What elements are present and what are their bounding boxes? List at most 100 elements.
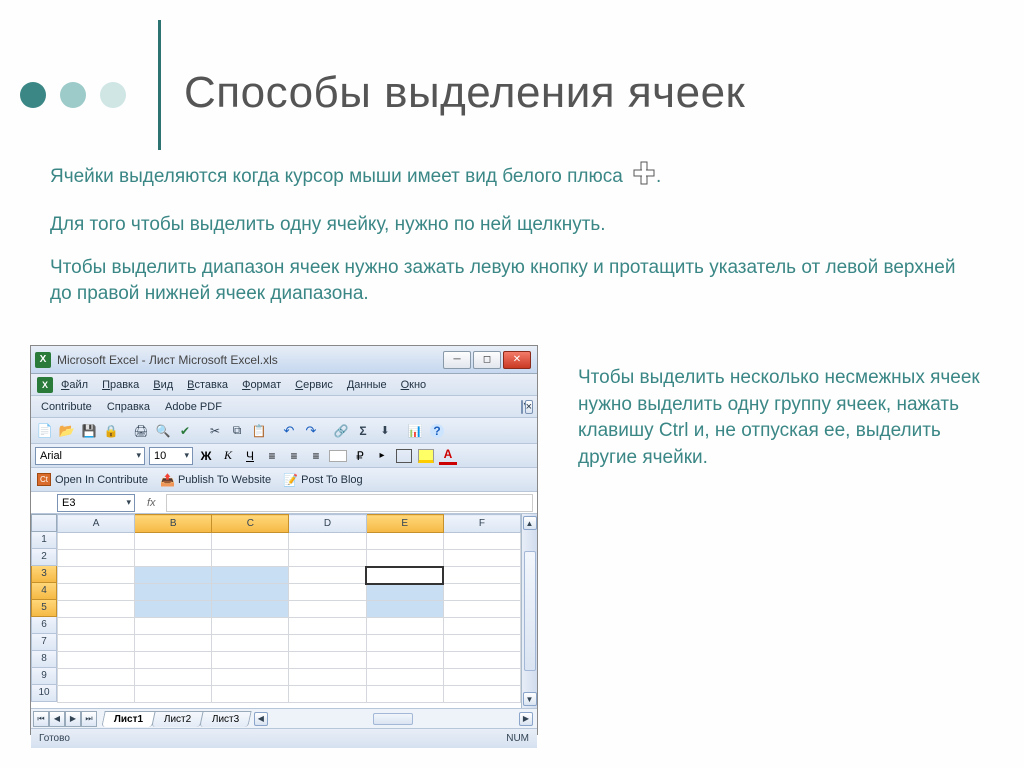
menu-contribute[interactable]: Contribute bbox=[35, 401, 98, 413]
minimize-button[interactable]: ─ bbox=[443, 351, 471, 369]
active-cell[interactable] bbox=[366, 567, 443, 584]
fill-color-icon[interactable] bbox=[417, 447, 435, 465]
select-all-corner[interactable] bbox=[31, 514, 57, 532]
col-header[interactable]: E bbox=[366, 515, 443, 533]
row-header[interactable]: 8 bbox=[31, 651, 57, 668]
underline-button[interactable]: Ч bbox=[241, 447, 259, 465]
menu-edit[interactable]: Правка bbox=[96, 377, 145, 393]
menu-view[interactable]: Вид bbox=[147, 377, 179, 393]
indent-icon[interactable] bbox=[373, 447, 391, 465]
menu-file[interactable]: Файл bbox=[55, 377, 94, 393]
chart-icon[interactable] bbox=[405, 421, 425, 441]
sheet-tab[interactable]: Лист3 bbox=[200, 711, 253, 727]
tab-nav-first-icon[interactable]: ⏮ bbox=[33, 711, 49, 727]
row-header[interactable]: 7 bbox=[31, 634, 57, 651]
spellcheck-icon[interactable] bbox=[175, 421, 195, 441]
paragraph-2: Для того чтобы выделить одну ячейку, нуж… bbox=[50, 212, 974, 238]
paragraph-1-text: Ячейки выделяются когда курсор мыши имее… bbox=[50, 166, 623, 187]
row-header[interactable]: 10 bbox=[31, 685, 57, 702]
dot-icon bbox=[100, 82, 126, 108]
scroll-left-icon[interactable]: ◀ bbox=[254, 712, 268, 726]
publish-to-website-button[interactable]: Publish To Website bbox=[160, 473, 271, 487]
col-header[interactable]: C bbox=[212, 515, 289, 533]
menu-window[interactable]: Окно bbox=[395, 377, 433, 393]
row-header[interactable]: 2 bbox=[31, 549, 57, 566]
fx-label[interactable]: fx bbox=[147, 497, 156, 509]
menu-format[interactable]: Формат bbox=[236, 377, 287, 393]
menu-data[interactable]: Данные bbox=[341, 377, 393, 393]
redo-icon[interactable] bbox=[301, 421, 321, 441]
worksheet-grid[interactable]: 1 2 3 4 5 6 7 8 9 10 A B C D E F bbox=[31, 514, 537, 708]
vertical-scrollbar[interactable]: ▲ ▼ bbox=[521, 514, 537, 708]
row-header[interactable]: 5 bbox=[31, 600, 57, 617]
open-icon[interactable] bbox=[57, 421, 77, 441]
align-right-icon[interactable] bbox=[307, 447, 325, 465]
row-header[interactable]: 9 bbox=[31, 668, 57, 685]
bold-button[interactable]: Ж bbox=[197, 447, 215, 465]
font-size-combo[interactable]: 10 bbox=[149, 447, 193, 465]
formula-input[interactable] bbox=[166, 494, 533, 512]
print-preview-icon[interactable] bbox=[153, 421, 173, 441]
maximize-button[interactable]: ◻ bbox=[473, 351, 501, 369]
menu-bar-row2: Contribute Справка Adobe PDF × bbox=[31, 396, 537, 418]
slide-title: Способы выделения ячеек bbox=[184, 68, 745, 118]
align-left-icon[interactable] bbox=[263, 447, 281, 465]
restore-window-button[interactable] bbox=[521, 400, 523, 414]
paste-icon[interactable] bbox=[249, 421, 269, 441]
col-header[interactable]: F bbox=[443, 515, 520, 533]
menu-adobe-pdf[interactable]: Adobe PDF bbox=[159, 401, 228, 413]
italic-button[interactable]: К bbox=[219, 447, 237, 465]
white-plus-cursor-icon bbox=[632, 160, 656, 194]
window-titlebar[interactable]: X Microsoft Excel - Лист Microsoft Excel… bbox=[31, 346, 537, 374]
borders-icon[interactable] bbox=[395, 447, 413, 465]
menu-insert[interactable]: Вставка bbox=[181, 377, 234, 393]
print-icon[interactable] bbox=[131, 421, 151, 441]
autosum-icon[interactable] bbox=[353, 421, 373, 441]
tab-nav-next-icon[interactable]: ▶ bbox=[65, 711, 81, 727]
col-header[interactable]: A bbox=[58, 515, 135, 533]
decor-dots bbox=[20, 82, 126, 108]
tab-nav-last-icon[interactable]: ⏭ bbox=[81, 711, 97, 727]
currency-icon[interactable] bbox=[351, 447, 369, 465]
scroll-thumb[interactable] bbox=[524, 551, 536, 671]
scroll-down-icon[interactable]: ▼ bbox=[523, 692, 537, 706]
hscroll-thumb[interactable] bbox=[373, 713, 413, 725]
scroll-up-icon[interactable]: ▲ bbox=[523, 516, 537, 530]
scroll-right-icon[interactable]: ▶ bbox=[519, 712, 533, 726]
permission-icon[interactable] bbox=[101, 421, 121, 441]
sort-icon[interactable] bbox=[375, 421, 395, 441]
open-in-contribute-button[interactable]: Open In Contribute bbox=[37, 473, 148, 487]
row-header[interactable]: 1 bbox=[31, 532, 57, 549]
name-box[interactable]: E3 bbox=[57, 494, 135, 512]
col-header[interactable]: B bbox=[135, 515, 212, 533]
col-header[interactable]: D bbox=[289, 515, 366, 533]
cells-table[interactable]: A B C D E F bbox=[57, 514, 521, 703]
close-workbook-button[interactable]: × bbox=[525, 400, 533, 414]
sheet-tab[interactable]: Лист1 bbox=[101, 711, 156, 727]
new-icon[interactable] bbox=[35, 421, 55, 441]
tab-nav-prev-icon[interactable]: ◀ bbox=[49, 711, 65, 727]
publish-label: Publish To Website bbox=[178, 474, 271, 486]
sheet-tab[interactable]: Лист2 bbox=[151, 711, 204, 727]
window-title: Microsoft Excel - Лист Microsoft Excel.x… bbox=[57, 353, 278, 367]
help-icon[interactable] bbox=[427, 421, 447, 441]
align-center-icon[interactable] bbox=[285, 447, 303, 465]
menu-help[interactable]: Справка bbox=[101, 401, 156, 413]
font-color-icon[interactable]: A bbox=[439, 447, 457, 465]
post-to-blog-button[interactable]: Post To Blog bbox=[283, 473, 363, 487]
row-header[interactable]: 3 bbox=[31, 566, 57, 583]
menu-bar: X Файл Правка Вид Вставка Формат Сервис … bbox=[31, 374, 537, 396]
hyperlink-icon[interactable] bbox=[331, 421, 351, 441]
row-header[interactable]: 4 bbox=[31, 583, 57, 600]
horizontal-scrollbar[interactable]: ◀ ▶ bbox=[254, 711, 533, 727]
undo-icon[interactable] bbox=[279, 421, 299, 441]
cut-icon[interactable] bbox=[205, 421, 225, 441]
copy-icon[interactable] bbox=[227, 421, 247, 441]
merge-cells-icon[interactable] bbox=[329, 447, 347, 465]
save-icon[interactable] bbox=[79, 421, 99, 441]
font-name-combo[interactable]: Arial bbox=[35, 447, 145, 465]
menu-tools[interactable]: Сервис bbox=[289, 377, 339, 393]
row-header[interactable]: 6 bbox=[31, 617, 57, 634]
name-box-value: E3 bbox=[62, 497, 75, 509]
close-button[interactable]: ✕ bbox=[503, 351, 531, 369]
